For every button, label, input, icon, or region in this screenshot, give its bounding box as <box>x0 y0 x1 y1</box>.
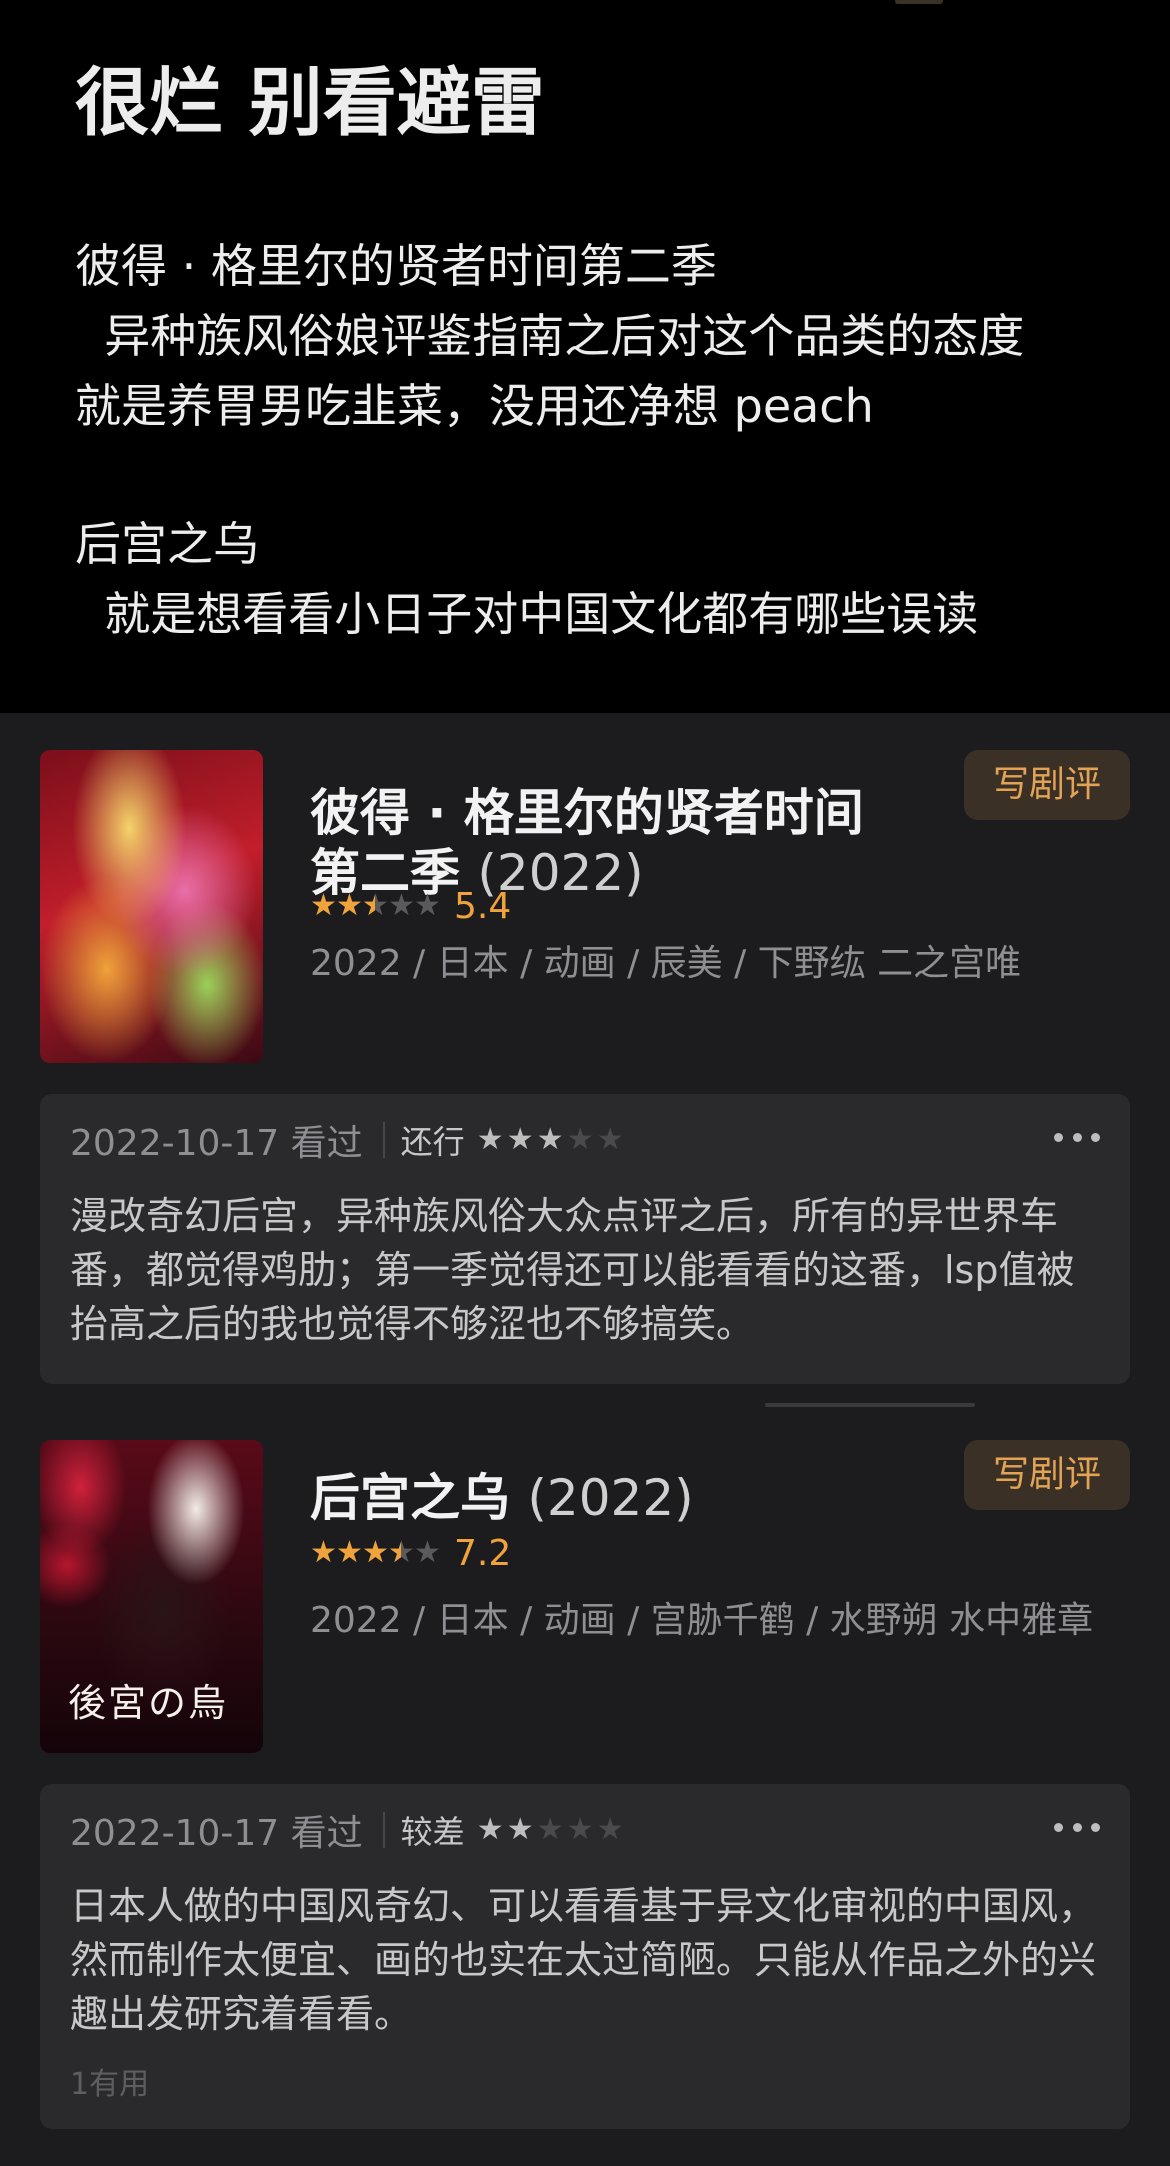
review-level: 较差 <box>400 1813 465 1851</box>
star-icon: ★ <box>506 1122 534 1157</box>
work-title-line: 后宫之乌 <box>310 1469 510 1527</box>
rating-stars: ★★★★★★★★★ <box>310 1535 441 1570</box>
review-card[interactable]: 2022-10-17 看过 还行 ★ ★ ★ ★ ★ 漫改奇幻后宫，异种族风俗大众点评之… <box>40 1094 1130 1384</box>
divider <box>382 1122 385 1158</box>
star-icon: ★ <box>476 1812 504 1847</box>
star-icon: ★ <box>566 1812 594 1847</box>
work-meta: 2022 / 日本 / 动画 / 宫胁千鹤 / 水野朔 水中雅章 <box>310 1600 1094 1641</box>
review-date: 2022-10-17 看过 <box>70 1813 363 1854</box>
post-line: 就是想看看小日子对中国文化都有哪些误读 <box>75 587 979 641</box>
work-title[interactable]: 彼得 · 格里尔的贤者时间 第二季 (2022) <box>310 783 864 903</box>
useful-count[interactable]: 1有用 <box>70 2059 149 2103</box>
write-review-button[interactable]: 写剧评 <box>964 750 1130 820</box>
star-icon: ★ <box>566 1122 594 1157</box>
poster-image[interactable] <box>40 750 263 1063</box>
star-icon: ★ <box>414 1535 441 1570</box>
post-title: 很烂 别看避雷 <box>75 60 545 146</box>
star-icon: ★★ <box>336 888 363 923</box>
work-card[interactable]: 後宮の烏 后宫之乌 (2022) 写剧评 ★★★★★★★★★ 7.2 2022 … <box>40 1440 1130 1753</box>
star-icon: ★ <box>596 1122 624 1157</box>
star-icon: ★★ <box>362 888 389 923</box>
poster-caption: 後宮の烏 <box>68 1681 229 1725</box>
star-icon: ★ <box>536 1812 564 1847</box>
star-icon: ★★ <box>362 1535 389 1570</box>
more-icon[interactable] <box>1054 1122 1100 1152</box>
rating-row: ★★★★★★★★★ 7.2 <box>310 1532 512 1574</box>
work-card[interactable]: 彼得 · 格里尔的贤者时间 第二季 (2022) 写剧评 ★★★★★★★★ 5.… <box>40 750 1130 1063</box>
review-level: 还行 <box>400 1123 465 1161</box>
write-review-button[interactable]: 写剧评 <box>964 1440 1130 1510</box>
review-header: 2022-10-17 看过 还行 ★ ★ ★ ★ ★ <box>70 1118 627 1164</box>
divider <box>382 1812 385 1848</box>
work-meta: 2022 / 日本 / 动画 / 辰美 / 下野纮 二之宫唯 <box>310 943 1022 984</box>
rating-row: ★★★★★★★★ 5.4 <box>310 885 512 927</box>
review-text: 漫改奇幻后宫，异种族风俗大众点评之后，所有的异世界车番，都觉得鸡肋；第一季觉得还… <box>70 1194 1075 1346</box>
post-body: 很烂 别看避雷 彼得 · 格里尔的贤者时间第二季 异种族风俗娘评鉴指南之后对这个… <box>0 0 1170 713</box>
review-stars: ★ ★ ★ ★ ★ <box>477 1125 627 1155</box>
star-icon: ★★ <box>310 1535 337 1570</box>
star-icon: ★ <box>506 1812 534 1847</box>
star-icon: ★ <box>596 1812 624 1847</box>
review-date: 2022-10-17 看过 <box>70 1123 363 1164</box>
work-year: (2022) <box>527 1469 694 1527</box>
review-stars: ★ ★ ★ ★ ★ <box>477 1815 627 1845</box>
star-icon: ★★ <box>388 1535 415 1570</box>
star-icon: ★ <box>388 888 415 923</box>
star-icon: ★ <box>536 1122 564 1157</box>
review-card[interactable]: 2022-10-17 看过 较差 ★ ★ ★ ★ ★ 日本人做的中国风奇幻、可以看看基于… <box>40 1784 1130 2129</box>
rating-score: 5.4 <box>454 885 512 927</box>
star-icon: ★ <box>414 888 441 923</box>
rating-stars: ★★★★★★★★ <box>310 888 441 923</box>
status-indicator <box>895 0 943 4</box>
review-header: 2022-10-17 看过 较差 ★ ★ ★ ★ ★ <box>70 1808 627 1854</box>
scroll-indicator <box>765 1403 975 1407</box>
rating-score: 7.2 <box>454 1532 512 1574</box>
work-title-line: 彼得 · 格里尔的贤者时间 <box>310 784 864 842</box>
star-icon: ★★ <box>336 1535 363 1570</box>
post-line: 彼得 · 格里尔的贤者时间第二季 <box>75 239 717 293</box>
star-icon: ★★ <box>310 888 337 923</box>
more-icon[interactable] <box>1054 1812 1100 1842</box>
star-icon: ★ <box>476 1122 504 1157</box>
work-title[interactable]: 后宫之乌 (2022) <box>310 1468 694 1528</box>
post-line: 异种族风俗娘评鉴指南之后对这个品类的态度 <box>75 309 1025 363</box>
post-line: 后宫之乌 <box>75 517 259 571</box>
review-text: 日本人做的中国风奇幻、可以看看基于异文化审视的中国风，然而制作太便宜、画的也实在… <box>70 1884 1097 2036</box>
post-line: 就是养胃男吃韭菜，没用还净想 peach <box>75 379 874 433</box>
poster-image[interactable]: 後宮の烏 <box>40 1440 263 1753</box>
